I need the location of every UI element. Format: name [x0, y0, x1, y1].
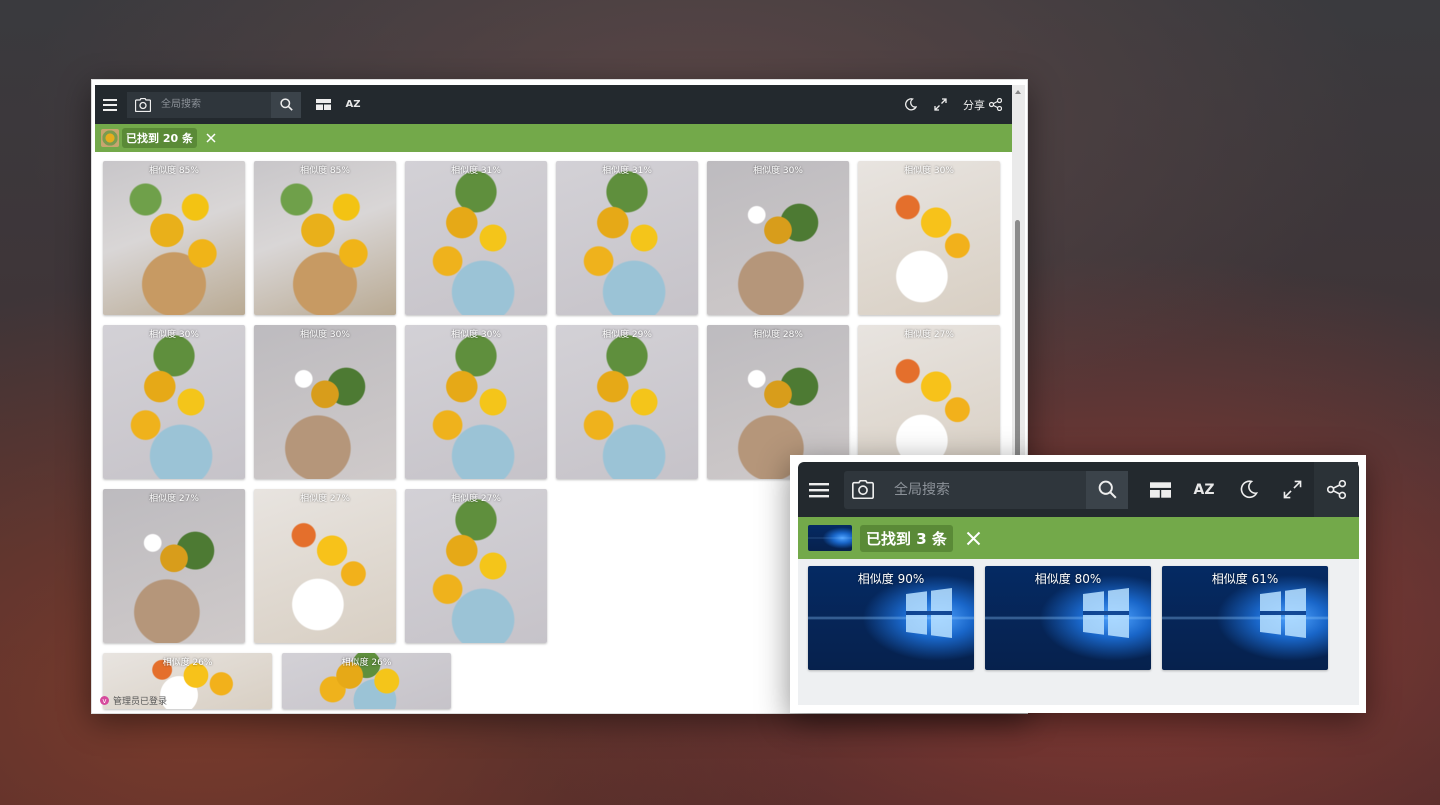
result-tile[interactable]: 相似度 85%	[103, 161, 245, 315]
similarity-label: 相似度 26%	[162, 658, 213, 668]
close-icon[interactable]	[199, 124, 223, 152]
similarity-label: 相似度 27%	[300, 494, 350, 504]
query-thumbnail	[101, 129, 119, 147]
result-tile[interactable]: 相似度 80%	[985, 566, 1151, 670]
moon-icon[interactable]	[895, 85, 925, 124]
result-tile[interactable]: 相似度 31%	[405, 161, 547, 315]
share-button[interactable]: 分享	[955, 85, 1012, 124]
main-toolbar: AZ 分享	[95, 85, 1012, 124]
secondary-toolbar: AZ	[798, 462, 1359, 517]
result-tile[interactable]: 相似度 30%	[254, 325, 396, 479]
camera-icon[interactable]	[844, 480, 882, 499]
result-tile[interactable]: 相似度 61%	[1162, 566, 1328, 670]
secondary-window: AZ 已找到 3 条 相似度 90% 相似度 80% 相似度 61%	[790, 455, 1366, 713]
result-bar: 已找到 3 条	[798, 517, 1359, 559]
similarity-label: 相似度 30%	[149, 330, 199, 340]
login-status: v 管理员已登录	[100, 694, 167, 707]
similarity-label: 相似度 30%	[451, 330, 501, 340]
share-icon[interactable]	[1314, 462, 1358, 517]
menu-icon[interactable]	[95, 85, 125, 124]
similarity-label: 相似度 31%	[602, 166, 652, 176]
login-status-text: 管理员已登录	[113, 697, 168, 707]
result-tile[interactable]: 相似度 31%	[556, 161, 698, 315]
search-input[interactable]	[892, 480, 1086, 499]
search-icon	[279, 98, 293, 111]
similarity-label: 相似度 61%	[1211, 572, 1279, 586]
user-status-icon: v	[100, 696, 109, 705]
sort-az-icon[interactable]: AZ	[339, 85, 367, 124]
similarity-label: 相似度 27%	[451, 494, 501, 504]
layout-icon[interactable]	[307, 85, 339, 124]
similarity-label: 相似度 85%	[149, 166, 199, 176]
results-area: 相似度 90% 相似度 80% 相似度 61%	[798, 559, 1359, 705]
expand-icon[interactable]	[1270, 462, 1314, 517]
similarity-label: 相似度 30%	[300, 330, 350, 340]
similarity-label: 相似度 80%	[1034, 572, 1102, 586]
search-button[interactable]	[1086, 470, 1128, 509]
scrollbar-up-arrow[interactable]	[1015, 90, 1021, 94]
result-tile[interactable]: 相似度 85%	[254, 161, 396, 315]
sort-az-icon[interactable]: AZ	[1182, 462, 1226, 517]
found-count: 已找到 20 条	[122, 128, 197, 148]
similarity-label: 相似度 31%	[451, 166, 501, 176]
share-label: 分享	[963, 98, 985, 112]
similarity-label: 相似度 30%	[753, 166, 803, 176]
result-tile[interactable]: 相似度 27%	[103, 489, 245, 643]
similarity-label: 相似度 29%	[602, 330, 652, 340]
close-icon[interactable]	[957, 517, 991, 559]
result-tile[interactable]: 相似度 30%	[405, 325, 547, 479]
similarity-label: 相似度 28%	[753, 330, 803, 340]
result-tile[interactable]: 相似度 30%	[707, 161, 849, 315]
similarity-label: 相似度 90%	[857, 572, 925, 586]
search-input[interactable]	[159, 98, 271, 111]
windows-logo	[1083, 588, 1129, 638]
search-icon	[1098, 480, 1117, 499]
menu-icon[interactable]	[800, 462, 838, 517]
result-tile[interactable]: 相似度 30%	[103, 325, 245, 479]
expand-icon[interactable]	[925, 85, 955, 124]
search-box	[127, 91, 301, 118]
found-count: 已找到 3 条	[860, 524, 953, 552]
result-tile[interactable]: 相似度 26%	[282, 653, 451, 709]
result-tile[interactable]: 相似度 30%	[858, 161, 1000, 315]
result-tile[interactable]: 相似度 27%	[405, 489, 547, 643]
result-tile[interactable]: 相似度 27%	[254, 489, 396, 643]
windows-logo	[1260, 588, 1306, 638]
similarity-label: 相似度 27%	[904, 330, 954, 340]
similarity-label: 相似度 26%	[341, 658, 392, 668]
result-tile[interactable]: 相似度 29%	[556, 325, 698, 479]
layout-icon[interactable]	[1138, 462, 1182, 517]
similarity-label: 相似度 85%	[300, 166, 350, 176]
result-tile[interactable]: 相似度 90%	[808, 566, 974, 670]
search-button[interactable]	[271, 91, 301, 118]
search-box	[844, 470, 1128, 509]
camera-icon[interactable]	[127, 97, 159, 112]
result-bar: 已找到 20 条	[95, 124, 1012, 152]
moon-icon[interactable]	[1226, 462, 1270, 517]
share-icon	[989, 98, 1002, 111]
windows-logo	[906, 588, 952, 638]
similarity-label: 相似度 30%	[904, 166, 954, 176]
query-thumbnail	[808, 525, 852, 551]
scrollbar-thumb[interactable]	[1015, 220, 1020, 460]
similarity-label: 相似度 27%	[149, 494, 199, 504]
